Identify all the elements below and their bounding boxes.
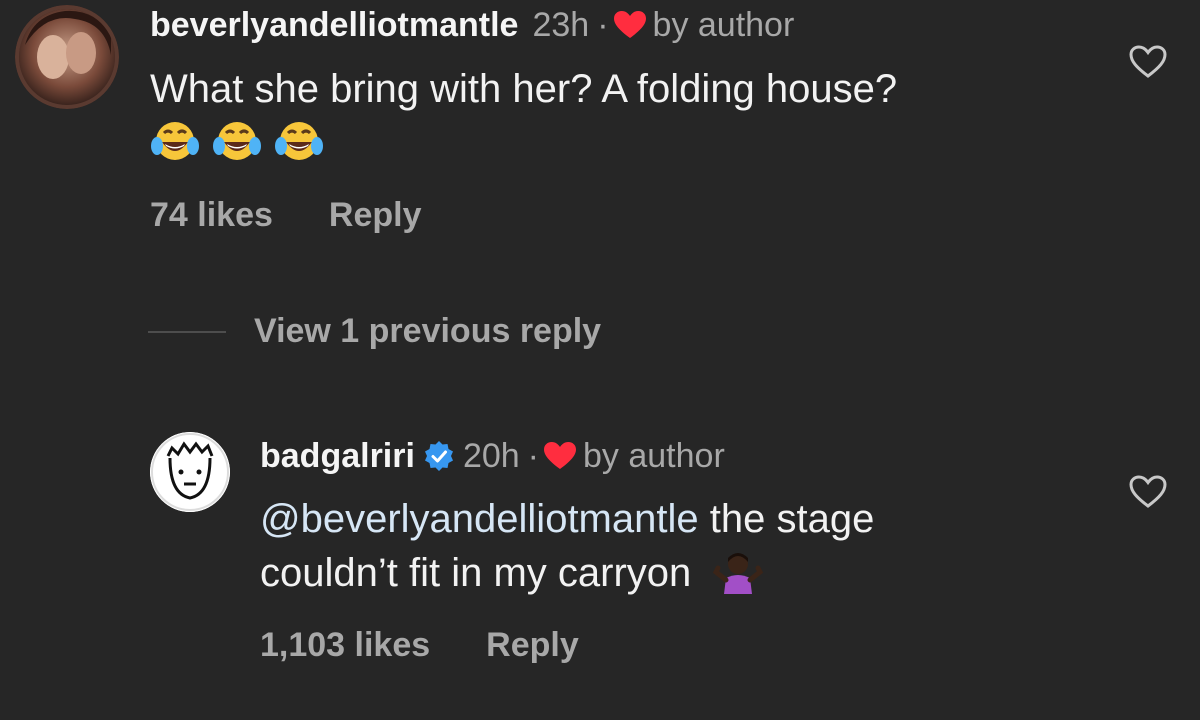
- username[interactable]: beverlyandelliotmantle: [150, 5, 518, 45]
- heart-filled-icon: [613, 11, 646, 38]
- face-with-tears-of-joy-icon: [213, 122, 261, 160]
- view-replies-label[interactable]: View 1 previous reply: [254, 312, 601, 351]
- likes-count[interactable]: 1,103 likes: [260, 626, 430, 665]
- view-previous-replies[interactable]: View 1 previous reply: [148, 312, 601, 351]
- comment-text-line-2: couldn’t fit in my carryon: [260, 546, 764, 600]
- comment-actions: 74 likes Reply: [150, 196, 421, 235]
- person-shrugging-icon: [713, 553, 764, 594]
- mention-link[interactable]: @beverlyandelliotmantle: [260, 497, 699, 541]
- comment-text: What she bring with her? A folding house…: [150, 67, 898, 111]
- author-liked-badge: by author: [583, 437, 725, 475]
- comment-text: couldn’t fit in my carryon: [260, 551, 692, 595]
- likes-count[interactable]: 74 likes: [150, 196, 273, 235]
- comment-header: badgalriri 20h · by author: [260, 436, 725, 476]
- comment-text-continued: the stage: [698, 497, 875, 541]
- face-with-tears-of-joy-icon: [151, 122, 199, 160]
- heart-outline-icon[interactable]: [1128, 44, 1168, 80]
- heart-filled-icon: [544, 442, 576, 469]
- comment-header: beverlyandelliotmantle 23h · by author: [150, 5, 794, 45]
- username[interactable]: badgalriri: [260, 436, 415, 476]
- comments-panel: beverlyandelliotmantle 23h · by author W…: [0, 0, 1200, 720]
- comment-text-line-1: @beverlyandelliotmantle the stage: [260, 492, 874, 546]
- avatar-photo-icon: [15, 5, 119, 109]
- avatar[interactable]: [150, 432, 230, 512]
- separator-dot: ·: [597, 6, 609, 44]
- verified-badge-icon: [424, 441, 453, 471]
- author-liked-badge: by author: [652, 6, 795, 44]
- avatar[interactable]: [15, 5, 119, 109]
- timestamp: 23h: [532, 6, 590, 44]
- comment-actions: 1,103 likes Reply: [260, 626, 579, 665]
- reply-button[interactable]: Reply: [486, 626, 579, 665]
- thread-divider: [148, 330, 226, 333]
- emoji-row: [150, 118, 324, 164]
- avatar-sketch-face-icon: [150, 432, 230, 512]
- reply-button[interactable]: Reply: [329, 196, 422, 235]
- face-with-tears-of-joy-icon: [275, 122, 323, 160]
- heart-outline-icon[interactable]: [1128, 474, 1168, 510]
- timestamp: 20h: [462, 437, 520, 475]
- separator-dot: ·: [527, 437, 539, 475]
